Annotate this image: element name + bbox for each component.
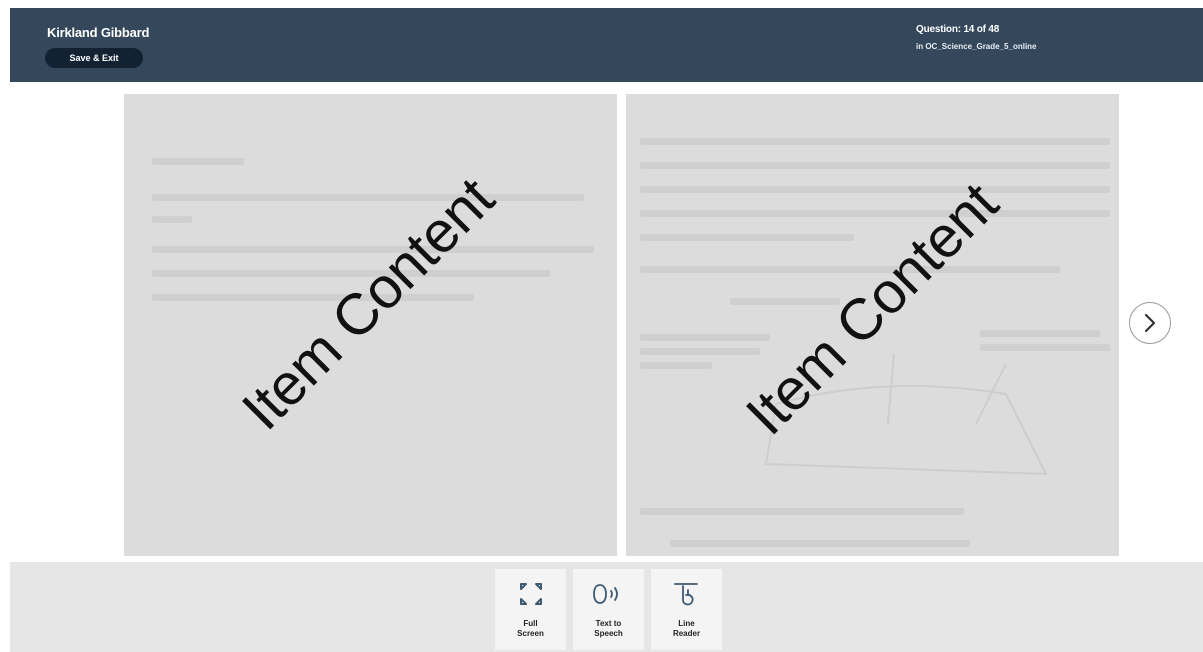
next-question-button[interactable] [1129,302,1171,344]
text-to-speech-button[interactable]: Text to Speech [573,569,644,650]
panel-divider [617,94,626,556]
passage-panel: Item Content [124,94,617,556]
full-screen-icon [495,577,566,611]
faded-text-line [670,540,970,547]
faded-text-line [152,158,244,165]
text-to-speech-icon [573,577,644,611]
item-content-watermark: Item Content [229,165,507,443]
line-reader-button[interactable]: Line Reader [651,569,722,650]
faded-text-line [640,508,964,515]
student-name: Kirkland Gibbard [47,25,150,40]
text-to-speech-label: Text to Speech [573,619,644,639]
line-reader-icon [651,577,722,611]
faded-text-line [152,216,192,223]
tool-label-line: Speech [594,629,623,638]
test-name: in OC_Science_Grade_5_online [916,42,1037,51]
full-screen-button[interactable]: Full Screen [495,569,566,650]
save-exit-button[interactable]: Save & Exit [45,48,143,68]
item-content-area: Item Content Item Content [10,82,1203,562]
tool-label-line: Full [523,619,538,628]
full-screen-label: Full Screen [495,619,566,639]
faded-text-line [152,194,584,201]
chevron-right-icon [1144,313,1156,333]
question-counter: Question: 14 of 48 [916,24,1000,35]
tools-toolbar: Full Screen Text to Speech Line Reader [10,562,1203,652]
faded-text-line [152,294,474,301]
question-info: Question: 14 of 48 in OC_Science_Grade_5… [916,24,1037,51]
tool-label-line: Line [678,619,695,628]
tool-label-line: Screen [517,629,544,638]
line-reader-label: Line Reader [651,619,722,639]
test-player: Kirkland Gibbard Save & Exit Question: 1… [0,0,1203,652]
question-panel: Item Content [626,94,1119,556]
header-bar: Kirkland Gibbard Save & Exit Question: 1… [10,8,1203,82]
tool-label-line: Reader [672,629,701,638]
tool-label-line: Text to [595,619,622,628]
